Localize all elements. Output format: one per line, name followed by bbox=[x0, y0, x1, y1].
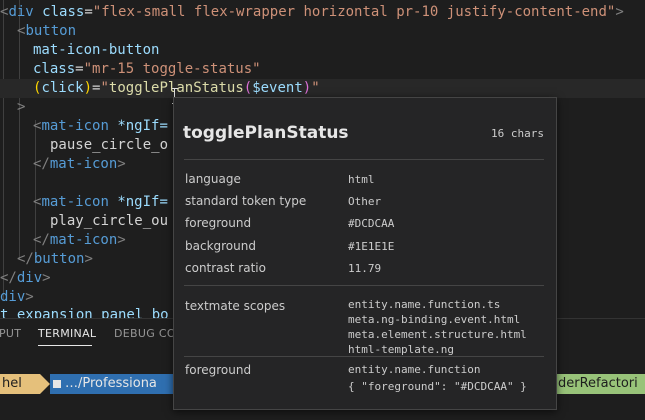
token: </ bbox=[33, 156, 50, 172]
code-line-11: <mat-icon *ngIf= bbox=[33, 193, 168, 212]
row-label-token-type: standard token type bbox=[185, 194, 307, 208]
code-line-3: mat-icon-button bbox=[33, 41, 159, 60]
token: ( bbox=[243, 80, 253, 96]
active-tab-indicator bbox=[38, 345, 92, 346]
fg-scope: entity.name.function bbox=[348, 363, 481, 376]
token: > bbox=[615, 4, 624, 20]
token: > bbox=[117, 232, 126, 248]
code-line-6: > bbox=[17, 98, 25, 117]
divider bbox=[184, 285, 544, 286]
token: " bbox=[311, 80, 320, 96]
code-line-9: </mat-icon> bbox=[33, 155, 126, 174]
row-value-language: html bbox=[348, 173, 375, 186]
code-line-12: play_circle_ou bbox=[50, 212, 168, 231]
token: </ bbox=[33, 232, 50, 248]
token: ) bbox=[83, 80, 93, 96]
code-line-14: </button> bbox=[17, 250, 93, 269]
row-value-token-type: Other bbox=[348, 195, 382, 208]
token: *ngIf= bbox=[117, 194, 168, 210]
token: > bbox=[42, 270, 51, 286]
token: button bbox=[33, 251, 85, 267]
token: mat-icon bbox=[49, 232, 118, 248]
token: class bbox=[42, 4, 85, 20]
row-value-contrast: 11.79 bbox=[348, 262, 382, 275]
scopes-label: textmate scopes bbox=[185, 299, 286, 313]
token: button bbox=[25, 23, 77, 39]
row-label-language: language bbox=[185, 172, 241, 186]
code-line-2: <button bbox=[17, 22, 76, 41]
token: $event bbox=[252, 80, 303, 96]
token: mat-icon bbox=[41, 118, 109, 134]
fg-label: foreground bbox=[185, 363, 252, 377]
token: = bbox=[75, 61, 84, 77]
code-line-8: pause_circle_o bbox=[50, 136, 168, 155]
row-label-contrast: contrast ratio bbox=[185, 261, 266, 275]
scope-4: html-template.ng bbox=[348, 343, 454, 356]
token: </ bbox=[0, 270, 17, 286]
token: mat-icon bbox=[49, 156, 118, 172]
token: *ngIf= bbox=[117, 118, 168, 134]
folder-icon bbox=[53, 379, 61, 388]
code-line-7: <mat-icon *ngIf= bbox=[33, 117, 168, 136]
row-label-background: background bbox=[185, 239, 256, 253]
code-line-13: </mat-icon> bbox=[33, 231, 126, 250]
token: > bbox=[117, 156, 126, 172]
tab-output[interactable]: PUT bbox=[0, 327, 21, 340]
token: play_circle_ou bbox=[50, 213, 169, 229]
code-line-15: </div> bbox=[0, 269, 51, 288]
token: = bbox=[84, 4, 93, 20]
row-label-foreground: foreground bbox=[185, 216, 252, 230]
row-value-background: #1E1E1E bbox=[348, 240, 395, 253]
divider bbox=[184, 356, 544, 357]
prompt-segment-path: …/Professiona bbox=[50, 374, 175, 394]
token-inspector-hover: togglePlanStatus 16 chars language html … bbox=[173, 97, 557, 410]
token: div bbox=[8, 4, 34, 20]
prompt-segment-branch: derRefactori bbox=[556, 374, 645, 394]
row-value-foreground: #DCDCAA bbox=[348, 217, 395, 230]
code-line-16: div> bbox=[0, 288, 34, 307]
token-title: togglePlanStatus bbox=[183, 123, 349, 143]
token: ) bbox=[302, 80, 312, 96]
indent-guide bbox=[3, 0, 4, 300]
scope-3: meta.element.structure.html bbox=[348, 328, 527, 341]
token: > bbox=[84, 251, 93, 267]
token: </ bbox=[17, 251, 34, 267]
token: class bbox=[33, 61, 76, 77]
token: mat-icon bbox=[41, 194, 109, 210]
path-label: …/Professiona bbox=[65, 376, 157, 391]
tab-terminal[interactable]: TERMINAL bbox=[38, 327, 96, 340]
scope-1: entity.name.function.ts bbox=[348, 298, 501, 311]
token: > bbox=[17, 99, 26, 115]
token: " bbox=[100, 80, 109, 96]
scope-2: meta.ng-binding.event.html bbox=[348, 313, 521, 326]
token: > bbox=[25, 289, 34, 305]
token: "flex-small flex-wrapper horizontal pr-1… bbox=[92, 4, 616, 20]
token: pause_circle_o bbox=[50, 137, 169, 153]
segment-arrow-icon bbox=[40, 374, 50, 394]
char-count: 16 chars bbox=[491, 127, 544, 140]
token: mat-icon-button bbox=[33, 42, 160, 58]
token: div bbox=[0, 289, 26, 305]
prompt-segment-user: hel bbox=[0, 374, 40, 394]
code-line-4: class="mr-15 toggle-status" bbox=[33, 60, 261, 79]
code-line-1: <div class="flex-small flex-wrapper hori… bbox=[0, 3, 624, 22]
token: click bbox=[41, 80, 84, 96]
fg-rule: { "foreground": "#DCDCAA" } bbox=[348, 380, 527, 393]
token: div bbox=[16, 270, 43, 286]
token: "mr-15 toggle-status" bbox=[83, 61, 261, 77]
divider bbox=[184, 159, 544, 160]
